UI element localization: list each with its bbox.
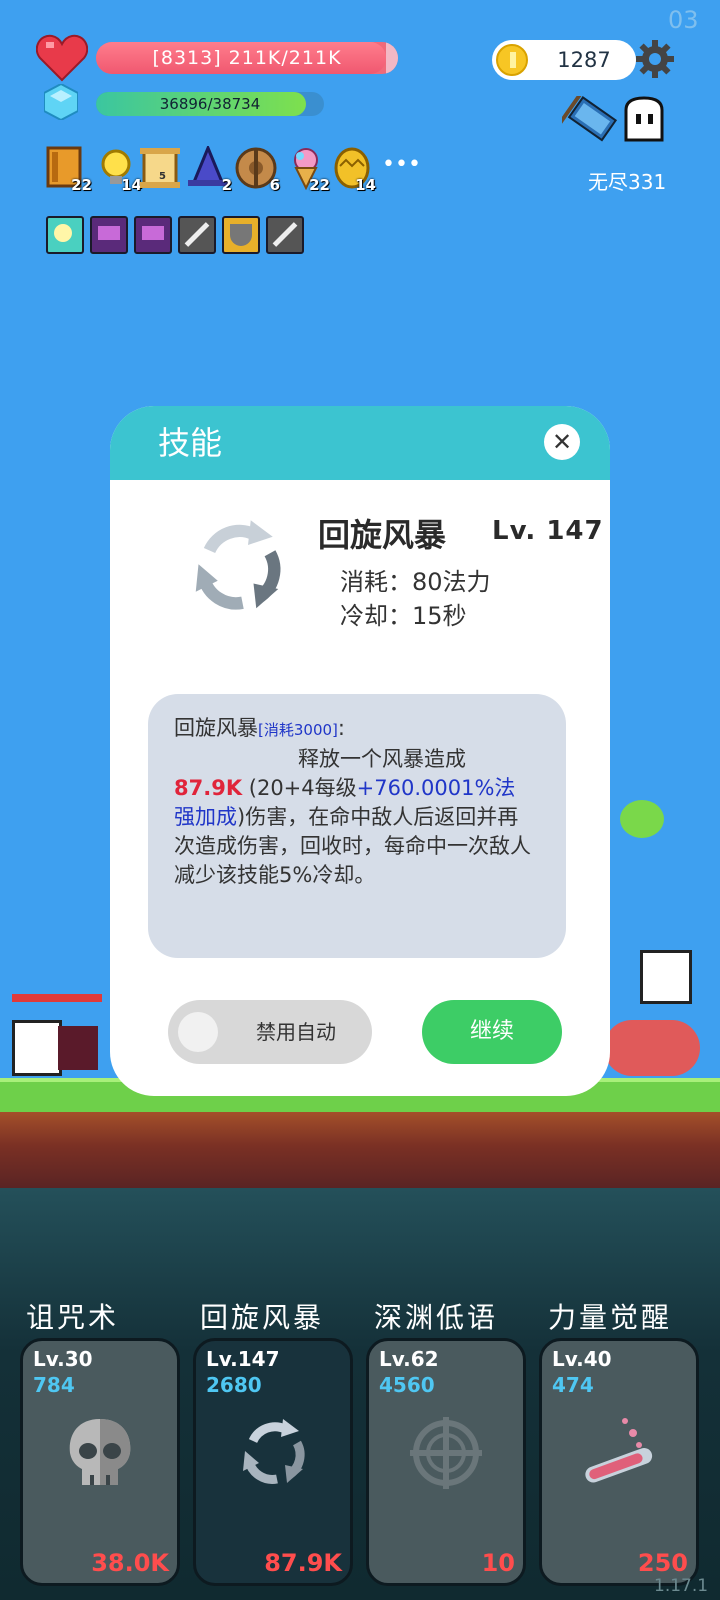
disable-auto-toggle[interactable]: 禁用自动 xyxy=(168,1000,372,1064)
skill-description-box: 回旋风暴[消耗3000]: 释放一个风暴造成 87.9K (20+4每级+760… xyxy=(148,694,566,958)
ice-cream-icon[interactable]: 22 xyxy=(284,146,330,194)
golden-egg-icon[interactable]: 14 xyxy=(330,146,376,194)
close-icon[interactable]: ✕ xyxy=(544,424,580,460)
whirlwind-icon xyxy=(233,1413,313,1493)
corner-counter: 03 xyxy=(668,6,699,34)
right-enemy-group xyxy=(600,800,720,1090)
mana-gem-icon xyxy=(43,82,79,122)
coin-counter: 1287 xyxy=(492,40,636,80)
skill-dialog: 技能 ✕ 回旋风暴 Lv. 147 消耗：80法力 冷却：15秒 回旋风暴[消耗… xyxy=(110,406,610,1096)
mana-bar: 36896/38734 xyxy=(96,92,324,116)
left-enemy-group xyxy=(0,994,110,1090)
scroll-icon[interactable]: 5 xyxy=(138,146,180,190)
skill-card-whirlwind[interactable]: Lv.147 2680 87.9K xyxy=(193,1338,353,1586)
lightbulb-buff-icon xyxy=(46,216,84,254)
sword-buff-icon xyxy=(178,216,216,254)
description-cost-tag: [消耗3000] xyxy=(258,721,338,739)
continue-button[interactable]: 继续 xyxy=(422,1000,562,1064)
coin-amount: 1287 xyxy=(557,48,611,72)
skill-name-curse: 诅咒术 xyxy=(26,1301,120,1334)
skill-name-power: 力量觉醒 xyxy=(548,1301,673,1334)
skill-card-power[interactable]: Lv.40 474 250 xyxy=(539,1338,699,1586)
demon-buff-icon xyxy=(134,216,172,254)
description-damage: 87.9K xyxy=(174,776,243,800)
more-items-button[interactable]: ••• xyxy=(382,152,421,177)
toggle-knob xyxy=(178,1012,218,1052)
mana-text: 36896/38734 xyxy=(159,95,261,113)
crosshair-icon xyxy=(406,1413,486,1493)
dialog-title: 技能 xyxy=(158,424,223,462)
endless-mode-label: 无尽331 xyxy=(588,170,667,194)
whirlwind-skill-icon xyxy=(182,512,292,622)
gear-icon[interactable] xyxy=(634,38,676,80)
skill-title: 回旋风暴 xyxy=(318,516,447,554)
dialog-header: 技能 ✕ xyxy=(110,406,610,480)
flag-icon[interactable] xyxy=(558,89,620,142)
ghost-icon[interactable] xyxy=(620,96,668,144)
wooden-shield-icon[interactable]: 6 xyxy=(234,146,280,194)
wizard-hat-icon[interactable]: 2 xyxy=(186,144,232,194)
sword-buff-icon xyxy=(266,216,304,254)
skill-card-curse[interactable]: Lv.30 784 38.0K xyxy=(20,1338,180,1586)
skill-description: 回旋风暴[消耗3000]: 释放一个风暴造成 87.9K (20+4每级+760… xyxy=(174,716,531,887)
toggle-label: 禁用自动 xyxy=(256,1020,336,1044)
skill-card-abyss[interactable]: Lv.62 4560 10 xyxy=(366,1338,526,1586)
book-icon[interactable]: 22 xyxy=(46,146,92,194)
health-bar: [8313] 211K/211K xyxy=(96,42,398,74)
lightbulb-icon[interactable]: 14 xyxy=(96,146,142,194)
skill-name-whirlwind: 回旋风暴 xyxy=(200,1301,325,1334)
coin-icon xyxy=(496,44,528,76)
demon-buff-icon xyxy=(90,216,128,254)
skill-name-abyss: 深渊低语 xyxy=(374,1301,499,1334)
shield-buff-icon xyxy=(222,216,260,254)
skill-level: Lv. 147 xyxy=(492,516,604,546)
skill-cost: 消耗：80法力 xyxy=(340,568,491,596)
dirt-ground xyxy=(0,1112,720,1188)
skill-cooldown: 冷却：15秒 xyxy=(340,602,467,630)
potion-tube-icon xyxy=(579,1413,659,1493)
version-label: 1.17.1 xyxy=(654,1576,709,1596)
skull-icon xyxy=(60,1413,140,1493)
health-text: [8313] 211K/211K xyxy=(152,47,342,69)
heart-icon xyxy=(35,34,89,82)
